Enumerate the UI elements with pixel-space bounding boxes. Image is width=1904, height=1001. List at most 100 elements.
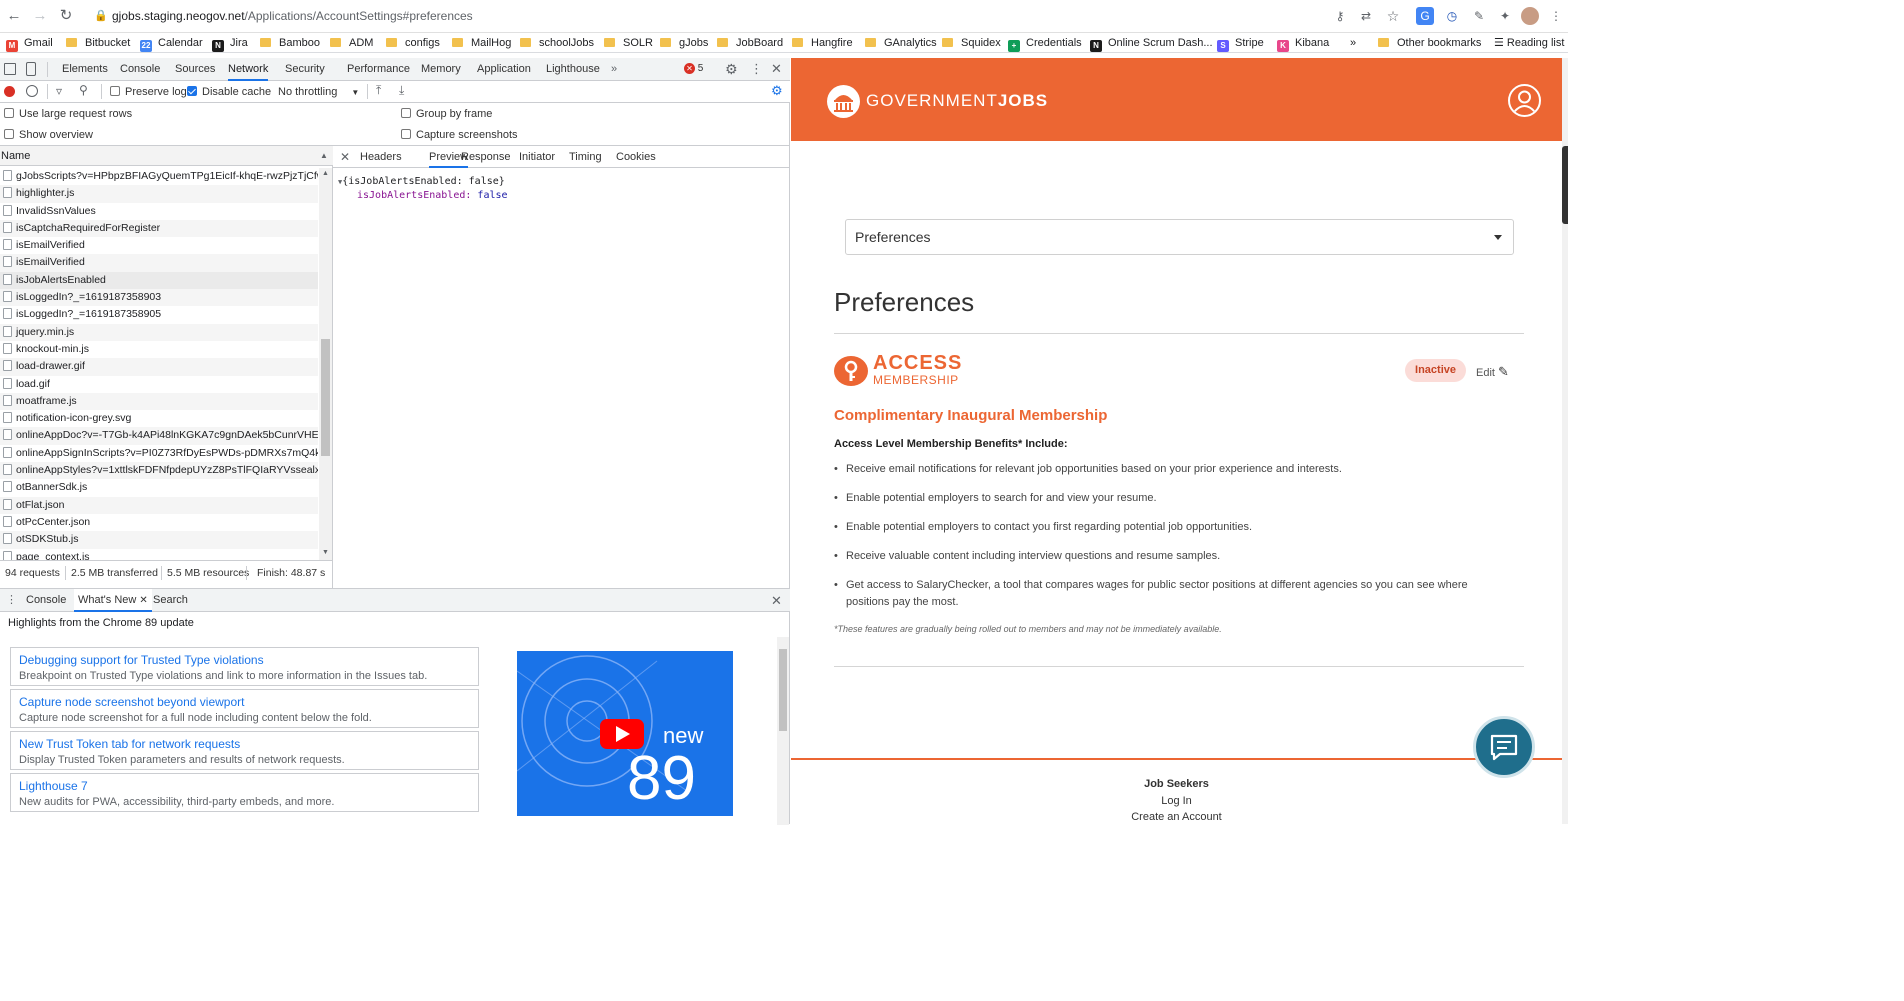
scroll-down-icon[interactable]: ▼ [322,549,329,556]
drawer-tab-whats-new[interactable]: What's New ✕ [74,589,152,612]
drawer-tab-console[interactable]: Console [26,589,66,612]
close-detail-icon[interactable]: ✕ [340,146,350,168]
site-logo[interactable]: GOVERNMENTJOBS [866,91,1048,111]
request-row[interactable]: isLoggedIn?_=1619187358905 [0,306,318,323]
request-row[interactable]: load.gif [0,376,318,393]
scrollbar-thumb[interactable] [321,339,330,456]
devtools-menu-icon[interactable]: ⋮ [750,61,763,77]
extension-translate-icon[interactable]: G [1416,7,1434,25]
user-avatar-icon[interactable] [1508,84,1541,117]
settings-section-select[interactable]: Preferences [845,219,1514,255]
record-icon[interactable] [4,86,15,97]
bookmark-online-scrum-dash[interactable]: N Online Scrum Dash... [1090,35,1213,52]
whats-new-title[interactable]: Lighthouse 7 [19,778,470,794]
search-icon[interactable]: ⚲ [79,83,88,97]
bookmark-schooljobs[interactable]: schoolJobs [520,35,594,51]
device-toggle-icon[interactable] [26,62,36,76]
bookmark-hangfire[interactable]: Hangfire [792,35,853,51]
name-column-header[interactable]: Name ▲ [0,146,333,166]
capitol-logo-icon[interactable] [827,85,860,118]
request-row[interactable]: onlineAppSignInScripts?v=PI0Z73RfDyEsPWD… [0,445,318,462]
forward-icon[interactable]: → [30,6,50,26]
reload-icon[interactable]: ↻ [56,6,76,26]
puzzle-icon[interactable]: ✦ [1496,7,1514,25]
extension-picker-icon[interactable]: ✎ [1470,7,1488,25]
request-row[interactable]: isEmailVerified [0,237,318,254]
footer-link-login[interactable]: Log In [791,795,1562,807]
bookmark-mailhog[interactable]: MailHog [452,35,511,51]
whats-new-item[interactable]: Capture node screenshot beyond viewport C… [10,689,479,728]
bookmark-squidex[interactable]: Squidex [942,35,1001,51]
edit-button[interactable]: Edit ✎ [1476,364,1509,380]
large-rows-checkbox[interactable]: Use large request rows [4,106,132,122]
tab-console[interactable]: Console [120,58,160,81]
other-bookmarks-folder[interactable]: Other bookmarks [1378,35,1481,51]
detail-tab-timing[interactable]: Timing [569,146,602,168]
request-row[interactable]: isJobAlertsEnabled [0,271,318,290]
request-row[interactable]: gJobsScripts?v=HPbpzBFIAGyQuemTPg1EicIf-… [0,168,318,185]
bookmark-calendar[interactable]: 22 Calendar [140,35,203,52]
menu-kebab-icon[interactable]: ⋮ [1547,7,1565,25]
chrome-89-video-thumbnail[interactable]: new 89 [517,651,733,816]
import-har-icon[interactable]: ⤒ [376,83,381,98]
reading-list-button[interactable]: ☰ Reading list [1494,35,1564,51]
tab-application[interactable]: Application [477,58,531,81]
request-row[interactable]: isEmailVerified [0,254,318,272]
bookmark-gjobs[interactable]: gJobs [660,35,708,51]
capture-screenshots-checkbox[interactable]: Capture screenshots [401,127,518,143]
request-row[interactable]: otSDKStub.js [0,531,318,549]
detail-tab-headers[interactable]: Headers [360,146,402,168]
bookmark-adm[interactable]: ADM [330,35,373,51]
request-row[interactable]: load-drawer.gif [0,358,318,376]
request-row[interactable]: page_context.js [0,549,318,560]
drawer-scrollbar[interactable] [777,637,789,825]
request-row[interactable]: notification-icon-grey.svg [0,410,318,427]
preserve-log-checkbox[interactable]: Preserve log [110,84,187,100]
drawer-tab-search[interactable]: Search [153,589,188,612]
detail-tab-response[interactable]: Response [461,146,511,168]
close-drawer-icon[interactable]: ✕ [771,589,782,612]
tab-security[interactable]: Security [285,58,325,81]
clear-icon[interactable] [26,85,38,97]
network-settings-icon[interactable]: ⚙ [771,83,783,99]
request-row[interactable]: onlineAppStyles?v=1xttlskFDFNfpdepUYzZ8P… [0,462,318,480]
key-icon[interactable]: ⚷ [1331,7,1349,25]
request-row[interactable]: onlineAppDoc?v=-T7Gb-k4APi48lnKGKA7c9gnD… [0,427,318,445]
back-icon[interactable]: ← [4,6,24,26]
request-row[interactable]: isLoggedIn?_=1619187358903 [0,289,318,307]
request-row[interactable]: InvalidSsnValues [0,203,318,220]
footer-link-create-account[interactable]: Create an Account [791,811,1562,823]
whats-new-title[interactable]: Capture node screenshot beyond viewport [19,694,470,710]
request-row[interactable]: knockout-min.js [0,341,318,358]
request-row[interactable]: otBannerSdk.js [0,479,318,496]
detail-tab-initiator[interactable]: Initiator [519,146,555,168]
bookmark-jira[interactable]: N Jira [212,35,248,52]
scroll-up-icon[interactable]: ▲ [322,170,329,177]
address-bar[interactable]: 🔒 gjobs.staging.neogov.net/Applications/… [88,4,1418,29]
tab-memory[interactable]: Memory [421,58,461,81]
json-summary[interactable]: ▼{isJobAlertsEnabled: false} [338,176,505,187]
request-row[interactable]: highlighter.js [0,185,318,203]
request-row[interactable]: jquery.min.js [0,323,318,341]
bookmark-gmail[interactable]: M Gmail [6,35,53,52]
bookmark-stripe[interactable]: S Stripe [1217,35,1264,52]
bookmark-solr[interactable]: SOLR [604,35,653,51]
bookmark-bamboo[interactable]: Bamboo [260,35,320,51]
translate-icon[interactable]: ⇄ [1357,7,1375,25]
detail-tab-cookies[interactable]: Cookies [616,146,656,168]
whats-new-title[interactable]: Debugging support for Trusted Type viola… [19,652,470,668]
gear-icon[interactable]: ⚙ [725,61,738,78]
whats-new-title[interactable]: New Trust Token tab for network requests [19,736,470,752]
bookmark-ganalytics[interactable]: GAnalytics [865,35,937,51]
tab-performance[interactable]: Performance [347,58,410,81]
whats-new-item[interactable]: Debugging support for Trusted Type viola… [10,647,479,686]
request-list-scrollbar[interactable]: ▲ ▼ [319,168,332,560]
bookmark-credentials[interactable]: + Credentials [1008,35,1082,52]
export-har-icon[interactable]: ⤓ [399,83,404,98]
feedback-side-tab[interactable] [1562,146,1568,224]
extension-clock-icon[interactable]: ◷ [1443,7,1461,25]
tab-lighthouse[interactable]: Lighthouse [546,58,600,81]
show-overview-checkbox[interactable]: Show overview [4,127,93,143]
more-bookmarks-icon[interactable]: » [1350,35,1356,51]
request-row[interactable]: otFlat.json [0,496,318,514]
